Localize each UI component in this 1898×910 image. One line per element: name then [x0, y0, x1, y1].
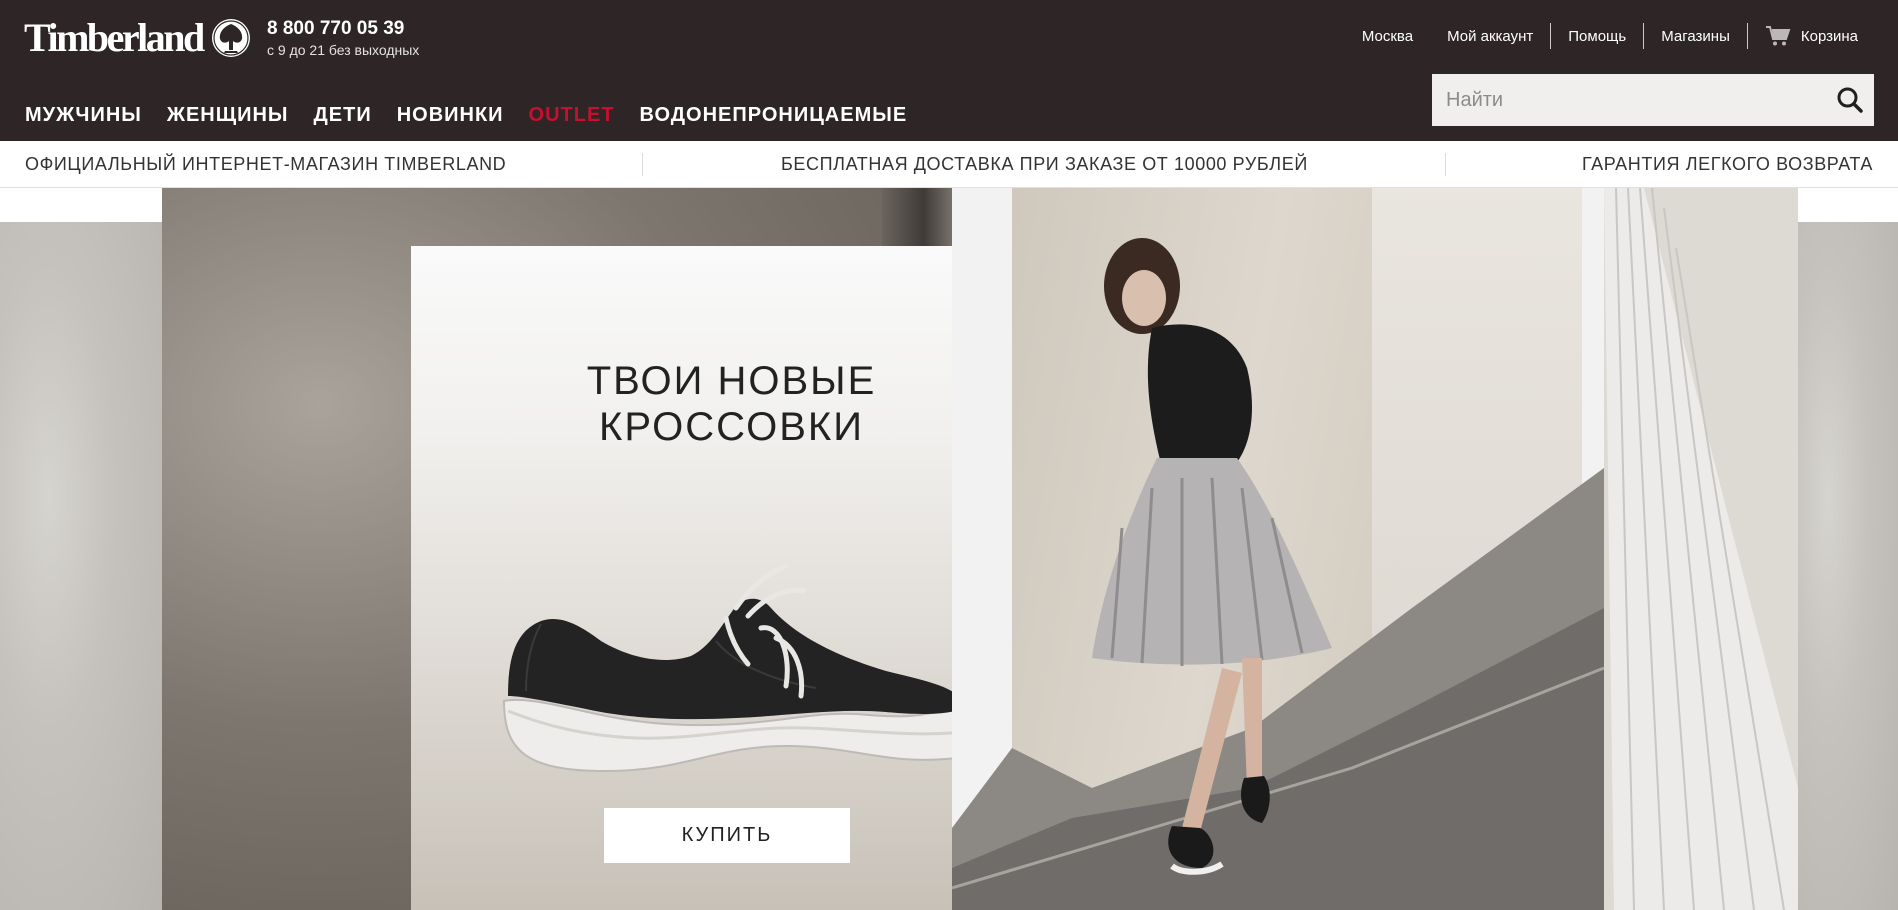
benefits-bar: ОФИЦИАЛЬНЫЙ ИНТЕРНЕТ-МАГАЗИН TIMBERLAND …: [0, 141, 1898, 188]
promo-banner-lifestyle[interactable]: [952, 188, 1798, 910]
cart-icon: [1765, 26, 1791, 46]
search-button[interactable]: [1826, 74, 1874, 126]
nav-item-new[interactable]: НОВИНКИ: [397, 103, 504, 127]
hero-banner: ТВОИ НОВЫЕ КРОССОВКИ КУПИТЬ: [0, 188, 1898, 910]
stores-link[interactable]: Магазины: [1644, 24, 1747, 48]
benefit-official-store: ОФИЦИАЛЬНЫЙ ИНТЕРНЕТ-МАГАЗИН TIMBERLAND: [25, 154, 507, 174]
nav-item-waterproof[interactable]: ВОДОНЕПРОНИЦАЕМЫЕ: [640, 103, 908, 127]
benefit-free-delivery: БЕСПЛАТНАЯ ДОСТАВКА ПРИ ЗАКАЗЕ ОТ 10000 …: [781, 154, 1308, 174]
logo-wordmark[interactable]: Timberland: [24, 18, 205, 58]
cart-link[interactable]: Корзина: [1748, 24, 1858, 48]
hero-side-image-left: [0, 222, 162, 910]
tree-icon: [211, 19, 250, 57]
phone-number[interactable]: 8 800 770 05 39: [267, 19, 419, 39]
search-icon: [1837, 87, 1863, 113]
search-box: [1432, 74, 1874, 126]
divider: [1445, 153, 1446, 176]
contact-block: 8 800 770 05 39 с 9 до 21 без выходных: [267, 19, 419, 59]
pleated-fabric: [1604, 188, 1798, 910]
help-link[interactable]: Помощь: [1551, 24, 1643, 48]
divider: [642, 153, 643, 176]
search-input[interactable]: [1432, 74, 1826, 126]
hero-side-image-right: [1798, 222, 1898, 910]
promo-banner-sneakers[interactable]: ТВОИ НОВЫЕ КРОССОВКИ КУПИТЬ: [162, 188, 1052, 910]
nav-item-kids[interactable]: ДЕТИ: [314, 103, 372, 127]
nav-item-outlet[interactable]: OUTLET: [529, 103, 615, 127]
account-link[interactable]: Мой аккаунт: [1430, 24, 1550, 48]
model-figure: [1092, 238, 1332, 875]
buy-button[interactable]: КУПИТЬ: [604, 808, 850, 863]
pleated-fabric-panel: [1604, 188, 1798, 910]
working-hours: с 9 до 21 без выходных: [267, 42, 420, 58]
cart-label: Корзина: [1800, 27, 1858, 45]
city-link[interactable]: Москва: [1345, 24, 1430, 48]
nav-item-men[interactable]: МУЖЧИНЫ: [25, 103, 142, 127]
benefit-easy-return: ГАРАНТИЯ ЛЕГКОГО ВОЗВРАТА: [1582, 154, 1873, 174]
utility-links: Москва Мой аккаунт Помощь Магазины Корзи…: [1345, 20, 1858, 52]
site-header: Timberland 8 800 770 05 39 с 9 до 21 без…: [0, 0, 1898, 141]
nav-item-women[interactable]: ЖЕНЩИНЫ: [167, 103, 289, 127]
timberland-logo[interactable]: Timberland: [24, 16, 251, 60]
main-navigation: МУЖЧИНЫ ЖЕНЩИНЫ ДЕТИ НОВИНКИ OUTLET ВОДО…: [25, 103, 932, 127]
sneaker-image: [502, 563, 981, 773]
